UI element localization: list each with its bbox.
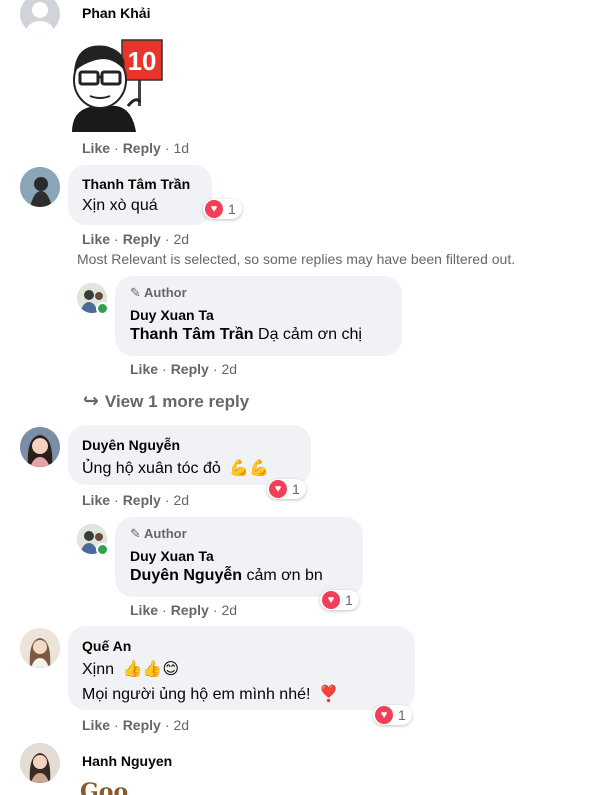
love-reaction-icon: ♥ xyxy=(322,591,340,609)
comment-actions: Like · Reply · 2d xyxy=(82,231,190,247)
sticker-partial-text: Goo xyxy=(80,779,129,795)
love-reaction-icon: ♥ xyxy=(205,200,223,218)
like-button[interactable]: Like xyxy=(82,492,110,508)
filter-notice: Most Relevant is selected, so some repli… xyxy=(77,251,516,267)
reply-button[interactable]: Reply xyxy=(171,361,209,377)
online-status-indicator xyxy=(96,543,109,556)
timestamp[interactable]: 1d xyxy=(173,140,189,156)
reply-arrow-icon: ↪ xyxy=(83,391,99,412)
love-reaction-icon: ♥ xyxy=(269,480,287,498)
reply-message: cảm ơn bn xyxy=(246,567,323,584)
comment-actions: Like · Reply · 1d xyxy=(82,140,190,156)
thumbs-up-smile-emoji: 👍👍😊 xyxy=(122,661,180,678)
reply-button[interactable]: Reply xyxy=(171,602,209,618)
reply-actions: Like · Reply · 2d xyxy=(130,361,238,377)
like-button[interactable]: Like xyxy=(82,231,110,247)
reply-text: Thanh Tâm Trần Dạ cảm ơn chị xyxy=(130,326,362,344)
heart-exclamation-emoji: ❣️ xyxy=(318,686,339,703)
comment-message: Ủng hộ xuân tóc đỏ xyxy=(82,460,221,477)
comment-actions: Like · Reply · 2d xyxy=(82,717,190,733)
profile-photo-icon xyxy=(20,167,60,207)
reaction-count: 1 xyxy=(292,481,300,497)
profile-photo-icon xyxy=(20,427,60,467)
reply-button[interactable]: Reply xyxy=(123,492,161,508)
reply-button[interactable]: Reply xyxy=(123,140,161,156)
author-badge: ✎ Author xyxy=(130,526,187,542)
replier-name[interactable]: Duy Xuan Ta xyxy=(130,548,214,564)
pencil-icon: ✎ xyxy=(130,526,141,541)
comment-text-line1: Xịnn 👍👍😊 xyxy=(82,659,179,679)
comment-message: Xịnn xyxy=(82,661,115,678)
reaction-summary[interactable]: ♥ 1 xyxy=(373,705,412,725)
comment-text-line2: Mọi người ủng hộ em mình nhé! ❣️ xyxy=(82,684,339,704)
reaction-count: 1 xyxy=(398,707,406,723)
commenter-name[interactable]: Quế An xyxy=(82,638,131,654)
reaction-count: 1 xyxy=(228,201,236,217)
sticker-image: 10 xyxy=(66,36,166,134)
profile-photo-icon xyxy=(20,628,60,668)
reaction-summary[interactable]: ♥ 1 xyxy=(267,479,306,499)
timestamp[interactable]: 2d xyxy=(173,231,189,247)
mention-link[interactable]: Duyên Nguyễn xyxy=(130,567,242,584)
timestamp[interactable]: 2d xyxy=(221,361,237,377)
comment-message: Mọi người ủng hộ em mình nhé! xyxy=(82,686,311,703)
comment-actions: Like · Reply · 2d xyxy=(82,492,190,508)
avatar-thanh-tam-tran[interactable] xyxy=(20,167,60,207)
comment-bubble xyxy=(68,165,212,225)
like-button[interactable]: Like xyxy=(82,140,110,156)
reply-text: Duyên Nguyễn cảm ơn bn xyxy=(130,567,323,585)
avatar-duyen-nguyen[interactable] xyxy=(20,427,60,467)
view-more-label: View 1 more reply xyxy=(104,392,250,411)
default-avatar-icon xyxy=(26,2,54,34)
reply-button[interactable]: Reply xyxy=(123,717,161,733)
timestamp[interactable]: 2d xyxy=(173,717,189,733)
pencil-icon: ✎ xyxy=(130,285,141,300)
timestamp[interactable]: 2d xyxy=(173,492,189,508)
reaction-count: 1 xyxy=(345,592,353,608)
reaction-summary[interactable]: ♥ 1 xyxy=(203,199,242,219)
author-badge-label: Author xyxy=(144,526,187,541)
like-button[interactable]: Like xyxy=(130,361,158,377)
avatar-que-an[interactable] xyxy=(20,628,60,668)
sticker-sign-number: 10 xyxy=(128,46,157,76)
online-status-indicator xyxy=(96,302,109,315)
replier-name[interactable]: Duy Xuan Ta xyxy=(130,307,214,323)
commenter-name[interactable]: Duyên Nguyễn xyxy=(82,437,180,453)
reply-button[interactable]: Reply xyxy=(123,231,161,247)
timestamp[interactable]: 2d xyxy=(221,602,237,618)
commenter-name[interactable]: Hanh Nguyen xyxy=(82,753,172,769)
reaction-summary[interactable]: ♥ 1 xyxy=(320,590,359,610)
author-badge-label: Author xyxy=(144,285,187,300)
like-button[interactable]: Like xyxy=(130,602,158,618)
flexed-biceps-emoji: 💪💪 xyxy=(229,460,270,477)
reply-message: Dạ cảm ơn chị xyxy=(258,326,362,343)
commenter-name[interactable]: Phan Khải xyxy=(82,5,150,21)
comment-text: Xịn xò quá xyxy=(82,197,158,214)
avatar-hanh-nguyen[interactable] xyxy=(20,743,60,783)
commenter-name[interactable]: Thanh Tâm Trần xyxy=(82,176,190,192)
avatar-phan-khai[interactable] xyxy=(20,0,60,34)
like-button[interactable]: Like xyxy=(82,717,110,733)
mention-link[interactable]: Thanh Tâm Trần xyxy=(130,326,254,343)
sticker-image: Goo xyxy=(80,779,128,795)
comment-text: Ủng hộ xuân tóc đỏ 💪💪 xyxy=(82,458,269,478)
profile-photo-icon xyxy=(20,743,60,783)
view-more-replies-button[interactable]: ↪ View 1 more reply xyxy=(83,390,249,413)
author-badge: ✎ Author xyxy=(130,285,187,301)
love-reaction-icon: ♥ xyxy=(375,706,393,724)
reply-actions: Like · Reply · 2d xyxy=(130,602,238,618)
